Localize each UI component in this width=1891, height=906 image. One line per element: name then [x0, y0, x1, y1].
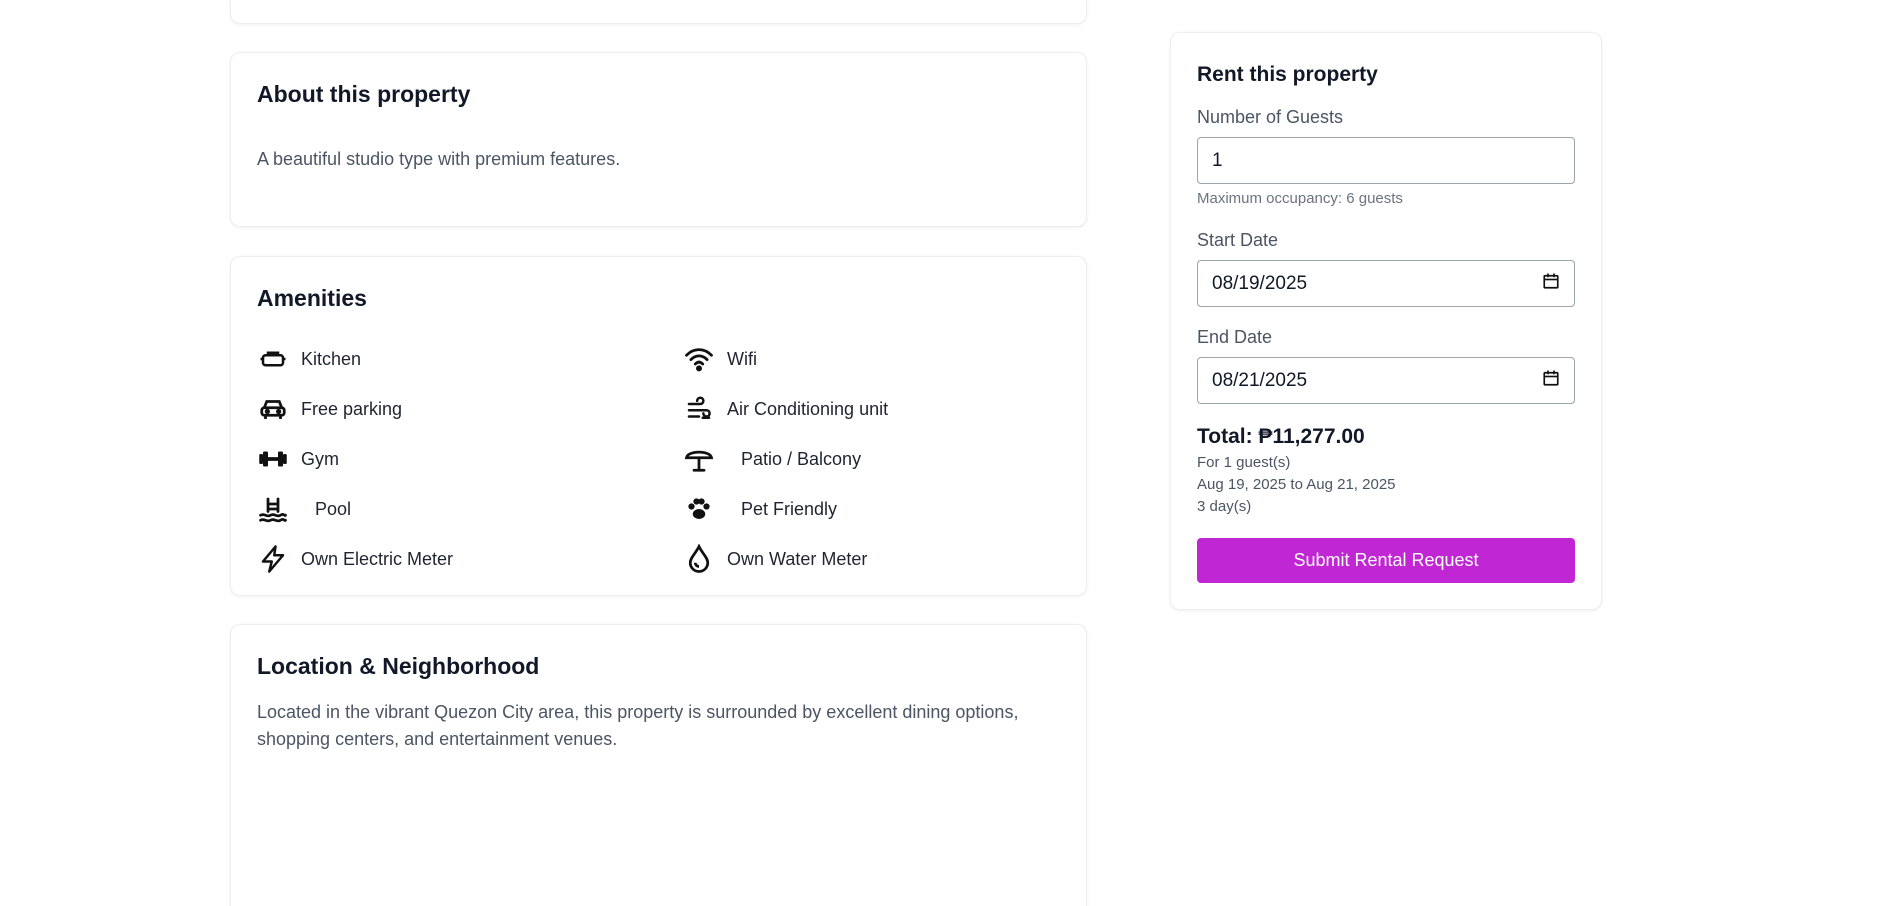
amenity-water-meter: Own Water Meter: [683, 543, 867, 575]
guests-value: 1: [1212, 149, 1223, 171]
amenity-label: Patio / Balcony: [741, 448, 862, 469]
amenity-label: Gym: [301, 448, 339, 469]
start-date-input[interactable]: 08/19/2025: [1197, 260, 1575, 307]
end-date-label: End Date: [1197, 327, 1273, 347]
amenity-electric-meter: Own Electric Meter: [257, 543, 453, 575]
amenities-title: Amenities: [257, 285, 367, 311]
lightning-icon: [257, 543, 289, 575]
amenity-label: Wifi: [727, 348, 757, 369]
amenity-label: Pool: [315, 498, 352, 519]
submit-rental-request-button[interactable]: Submit Rental Request: [1197, 538, 1575, 583]
max-occupancy-hint: Maximum occupancy: 6 guests: [1197, 190, 1403, 207]
date-range-summary: Aug 19, 2025 to Aug 21, 2025: [1197, 476, 1396, 493]
amenity-label: Pet Friendly: [741, 498, 838, 519]
amenity-kitchen: Kitchen: [257, 343, 361, 375]
previous-section-card: [230, 0, 1087, 24]
amenity-gym: Gym: [257, 443, 339, 475]
amenity-label: Free parking: [301, 398, 403, 419]
amenity-label: Air Conditioning unit: [727, 398, 889, 419]
amenity-label: Kitchen: [301, 348, 362, 369]
location-description: Located in the vibrant Quezon City area,…: [257, 702, 1019, 749]
umbrella-icon: [683, 443, 715, 475]
about-description: A beautiful studio type with premium fea…: [257, 149, 621, 169]
air-conditioning-icon: [683, 393, 715, 425]
start-date-label: Start Date: [1197, 230, 1279, 250]
amenity-label: Own Electric Meter: [301, 548, 454, 569]
guests-label: Number of Guests: [1197, 107, 1344, 127]
start-date-value: 08/19/2025: [1212, 272, 1308, 294]
amenity-pool: Pool: [257, 493, 351, 525]
amenity-air-conditioning: Air Conditioning unit: [683, 393, 888, 425]
amenities-card: Amenities Kitchen Wifi Free parking Air …: [230, 256, 1087, 596]
location-title: Location & Neighborhood: [257, 653, 540, 679]
water-drop-icon: [683, 543, 715, 575]
paw-icon: [683, 493, 715, 525]
wifi-icon: [683, 343, 715, 375]
calendar-icon[interactable]: [1542, 272, 1560, 296]
about-title: About this property: [257, 81, 471, 107]
guests-summary: For 1 guest(s): [1197, 454, 1291, 471]
about-card: About this property A beautiful studio t…: [230, 52, 1087, 227]
amenity-label: Own Water Meter: [727, 548, 868, 569]
dumbbell-icon: [257, 443, 289, 475]
rent-card: Rent this property Number of Guests 1 Ma…: [1170, 32, 1602, 610]
amenity-pet-friendly: Pet Friendly: [683, 493, 837, 525]
amenity-patio: Patio / Balcony: [683, 443, 861, 475]
days-summary: 3 day(s): [1197, 498, 1252, 515]
guests-input[interactable]: 1: [1197, 137, 1575, 184]
location-card: Location & Neighborhood Located in the v…: [230, 624, 1087, 906]
pool-icon: [257, 493, 289, 525]
end-date-input[interactable]: 08/21/2025: [1197, 357, 1575, 404]
calendar-icon[interactable]: [1542, 369, 1560, 393]
amenity-free-parking: Free parking: [257, 393, 402, 425]
amenity-wifi: Wifi: [683, 343, 757, 375]
rent-title: Rent this property: [1197, 63, 1378, 86]
car-icon: [257, 393, 289, 425]
kitchen-icon: [257, 343, 289, 375]
total-price: Total: ₱11,277.00: [1197, 425, 1365, 448]
end-date-value: 08/21/2025: [1212, 369, 1308, 391]
